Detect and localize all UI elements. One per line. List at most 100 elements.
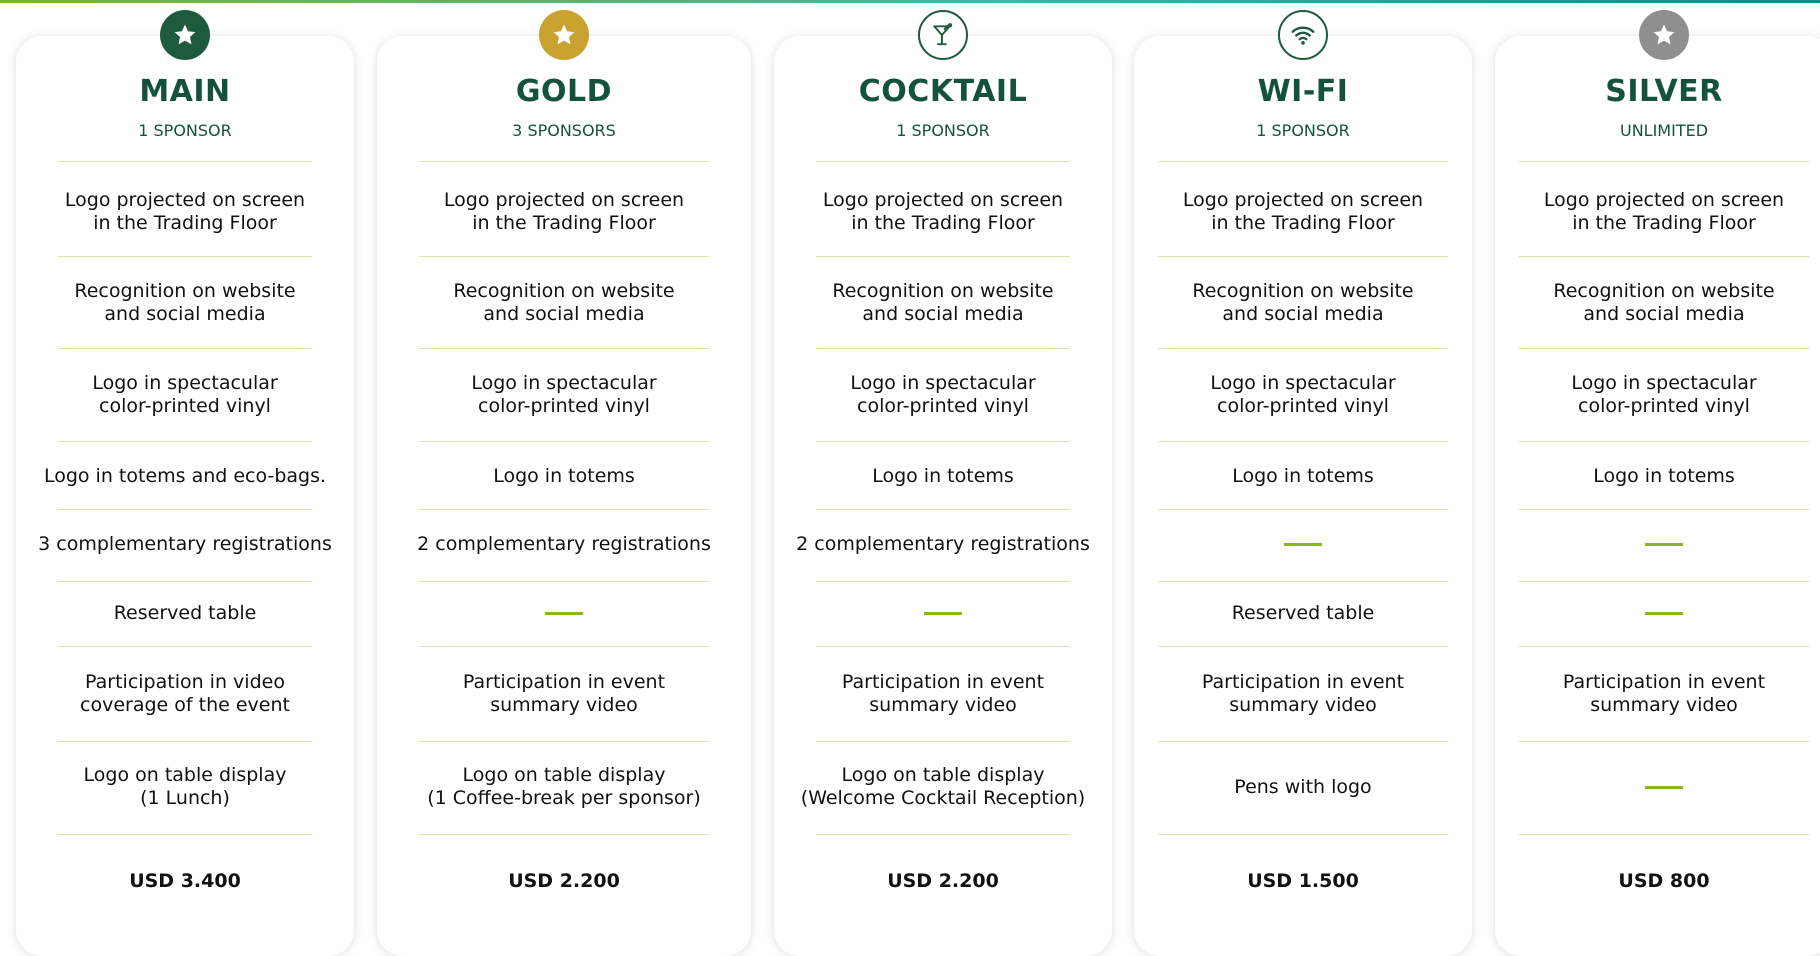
feature-cell: Recognition on website and social media	[26, 273, 344, 333]
row-divider	[419, 348, 709, 349]
feature-text: Participation in event summary video	[841, 671, 1045, 716]
feature-cell	[1505, 757, 1820, 817]
tier-badge-cocktail	[918, 10, 968, 60]
feature-text: Reserved table	[113, 601, 257, 624]
row-divider	[1158, 581, 1448, 582]
feature-cell: Logo projected on screen in the Trading …	[784, 182, 1102, 242]
tier-badge-main	[160, 10, 210, 60]
row-divider	[1519, 834, 1809, 835]
not-included-dash	[545, 611, 583, 615]
star-icon	[551, 22, 577, 48]
tier-subtitle: UNLIMITED	[1619, 121, 1709, 140]
feature-cell	[1505, 583, 1820, 643]
row-divider	[1519, 509, 1809, 510]
feature-cell: Logo in totems	[1144, 446, 1462, 506]
feature-text: Participation in event summary video	[1201, 671, 1405, 716]
tier-subtitle: 1 SPONSOR	[896, 121, 990, 140]
row-divider	[816, 441, 1070, 442]
feature-cell: 3 complementary registrations	[26, 514, 344, 574]
row-divider	[1519, 161, 1809, 162]
tier-title: MAIN	[139, 74, 231, 109]
star-icon	[1651, 22, 1677, 48]
feature-cell: Recognition on website and social media	[1505, 273, 1820, 333]
feature-cell: Recognition on website and social media	[1144, 273, 1462, 333]
row-divider	[58, 509, 312, 510]
sponsorship-tiers: MAIN 1 SPONSOR Logo projected on screen in…	[0, 0, 1820, 956]
feature-text: Recognition on website and social media	[1192, 280, 1414, 325]
feature-text: Logo in spectacular color-printed vinyl	[850, 372, 1036, 417]
feature-cell: Logo on table display (1 Coffee-break pe…	[387, 757, 741, 817]
feature-text: Logo in spectacular color-printed vinyl	[1571, 372, 1757, 417]
row-divider	[1519, 741, 1809, 742]
feature-text: 2 complementary registrations	[796, 532, 1090, 555]
row-divider	[58, 441, 312, 442]
feature-cell: Logo projected on screen in the Trading …	[1144, 182, 1462, 242]
feature-cell: Recognition on website and social media	[784, 273, 1102, 333]
row-divider	[1158, 646, 1448, 647]
feature-text: Logo on table display (Welcome Cocktail …	[800, 764, 1086, 809]
star-icon	[172, 22, 198, 48]
row-divider	[419, 646, 709, 647]
not-included-dash	[1284, 542, 1322, 546]
feature-text: Logo in totems	[493, 464, 635, 487]
feature-text: Recognition on website and social media	[453, 280, 675, 325]
not-included-dash	[1645, 785, 1683, 789]
feature-cell: Logo projected on screen in the Trading …	[1505, 182, 1820, 242]
row-divider	[816, 834, 1070, 835]
row-divider	[58, 348, 312, 349]
feature-text: Logo projected on screen in the Trading …	[443, 189, 685, 234]
feature-cell: Participation in event summary video	[387, 664, 741, 724]
feature-text: Logo in totems and eco-bags.	[43, 464, 327, 487]
tier-price: USD 1.500	[1247, 870, 1359, 892]
feature-text: 3 complementary registrations	[38, 532, 332, 555]
tier-subtitle: 1 SPONSOR	[138, 121, 232, 140]
tier-badge-silver	[1639, 10, 1689, 60]
row-divider	[1158, 441, 1448, 442]
row-divider	[419, 441, 709, 442]
feature-cell: 2 complementary registrations	[387, 514, 741, 574]
feature-text: Participation in video coverage of the e…	[80, 671, 290, 716]
feature-text: Logo on table display (1 Lunch)	[83, 764, 287, 809]
feature-text: 2 complementary registrations	[417, 532, 711, 555]
feature-cell: Logo on table display (1 Lunch)	[26, 757, 344, 817]
feature-text: Recognition on website and social media	[832, 280, 1054, 325]
feature-cell: Logo in totems	[1505, 446, 1820, 506]
row-divider	[1519, 581, 1809, 582]
row-divider	[419, 581, 709, 582]
tier-subtitle: 1 SPONSOR	[1256, 121, 1350, 140]
feature-text: Recognition on website and social media	[74, 280, 296, 325]
feature-text: Logo on table display (1 Coffee-break pe…	[427, 764, 701, 809]
row-divider	[419, 834, 709, 835]
feature-cell: Participation in video coverage of the e…	[26, 664, 344, 724]
feature-cell: Logo in spectacular color-printed vinyl	[784, 365, 1102, 425]
feature-cell: Logo in spectacular color-printed vinyl	[1144, 365, 1462, 425]
feature-cell: Logo in spectacular color-printed vinyl	[26, 365, 344, 425]
feature-text: Recognition on website and social media	[1553, 280, 1775, 325]
feature-text: Pens with logo	[1234, 775, 1372, 798]
feature-cell: Logo projected on screen in the Trading …	[26, 182, 344, 242]
tier-title: SILVER	[1605, 74, 1723, 109]
row-divider	[1519, 441, 1809, 442]
feature-text: Logo in totems	[1593, 464, 1735, 487]
tier-title: WI-FI	[1257, 74, 1349, 109]
cocktail-glass-icon	[930, 22, 956, 48]
row-divider	[1519, 348, 1809, 349]
feature-text: Logo projected on screen in the Trading …	[64, 189, 306, 234]
wifi-icon	[1290, 22, 1316, 48]
row-divider	[816, 161, 1070, 162]
feature-cell: Reserved table	[26, 583, 344, 643]
not-included-dash	[924, 611, 962, 615]
row-divider	[816, 741, 1070, 742]
tier-price: USD 2.200	[508, 870, 620, 892]
tier-badge-wifi	[1278, 10, 1328, 60]
row-divider	[816, 509, 1070, 510]
feature-cell: Logo in spectacular color-printed vinyl	[1505, 365, 1820, 425]
feature-cell: Pens with logo	[1144, 757, 1462, 817]
feature-cell	[387, 583, 741, 643]
feature-text: Participation in event summary video	[462, 671, 666, 716]
row-divider	[58, 581, 312, 582]
feature-cell: Logo on table display (Welcome Cocktail …	[784, 757, 1102, 817]
row-divider	[58, 646, 312, 647]
row-divider	[816, 348, 1070, 349]
row-divider	[816, 581, 1070, 582]
